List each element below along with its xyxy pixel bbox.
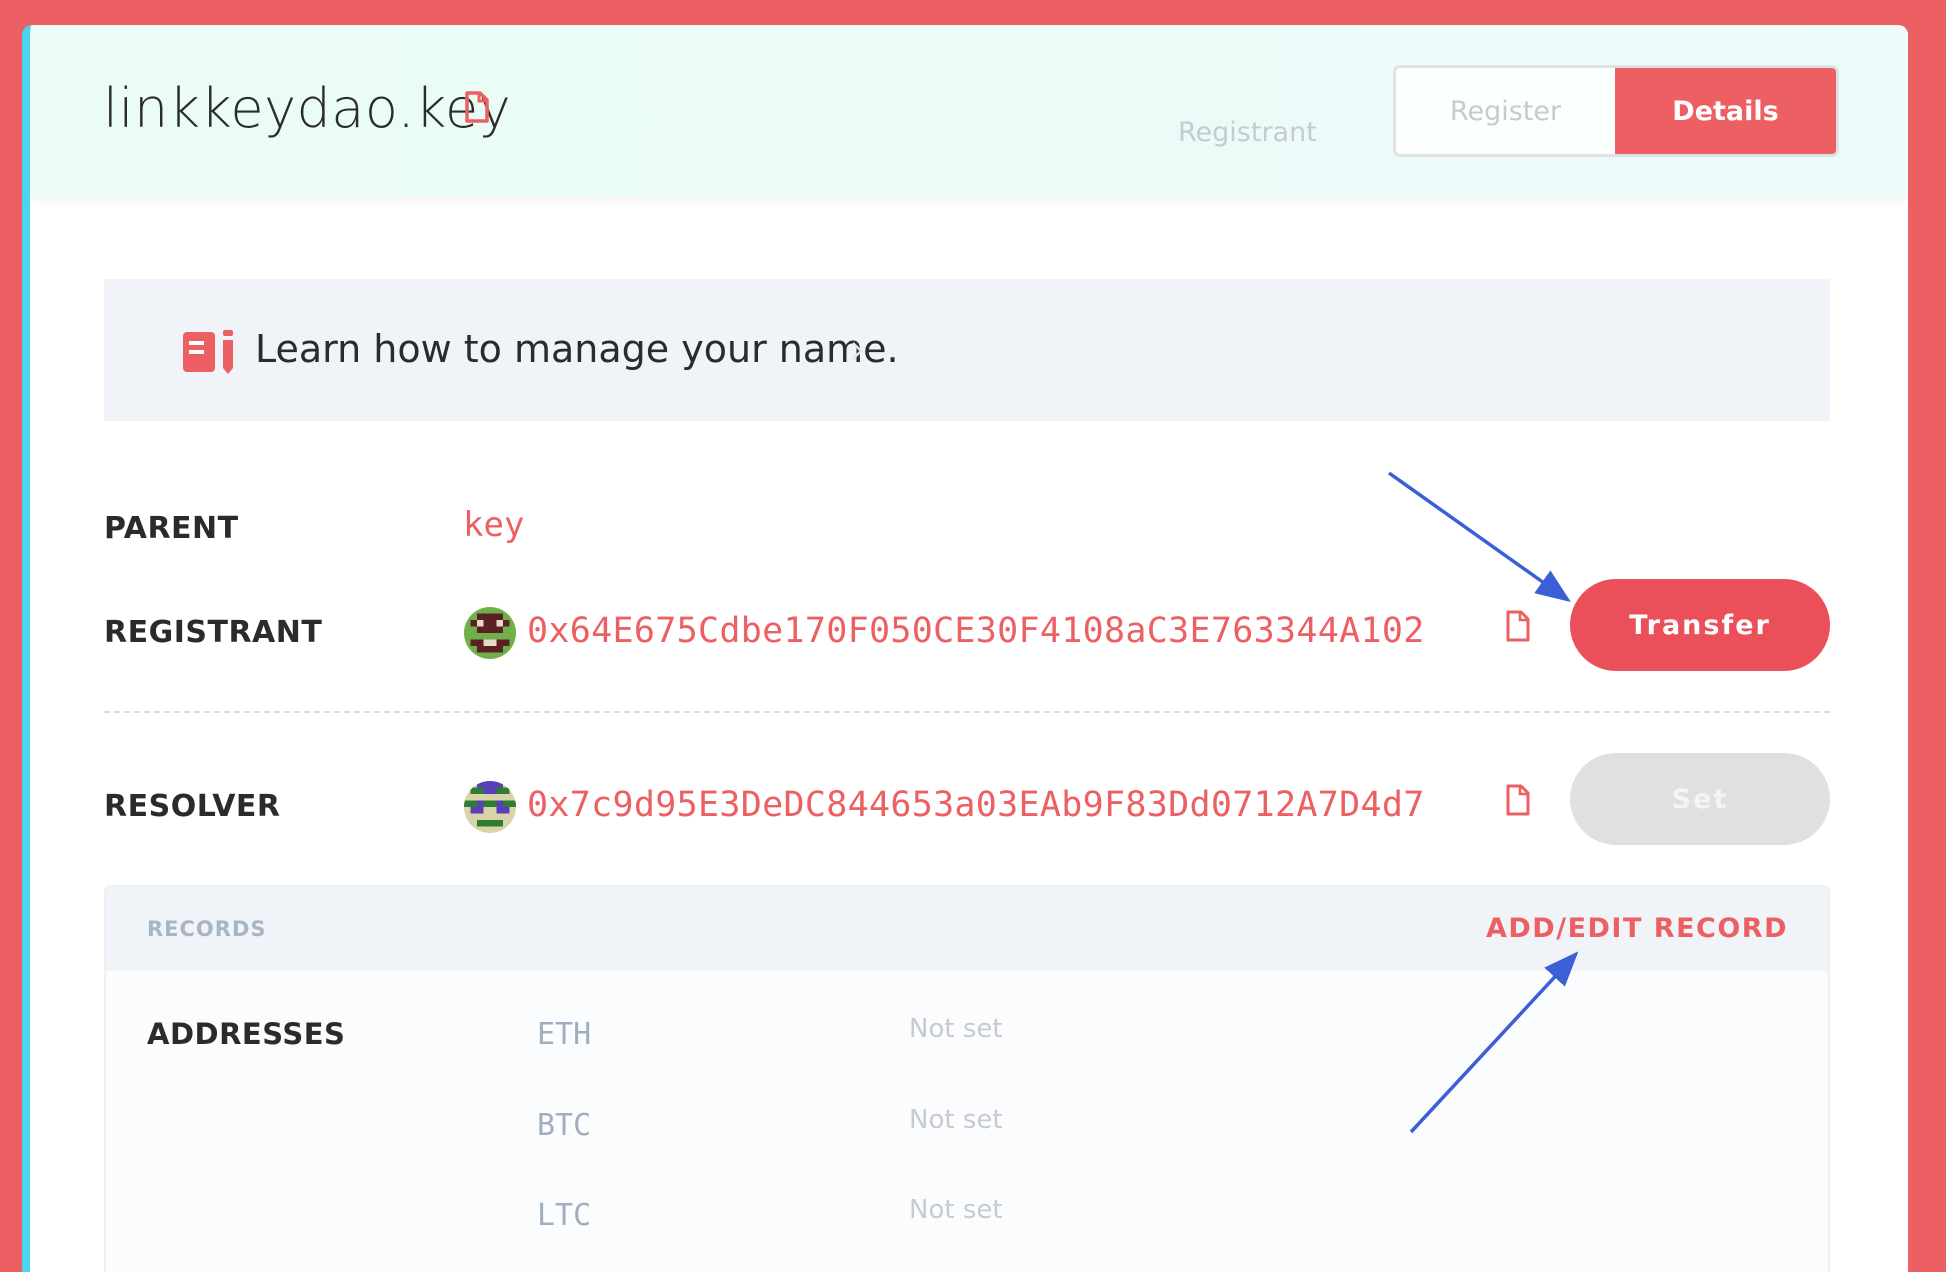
book-icon xyxy=(183,330,237,378)
domain-title: linkkeydao.key xyxy=(103,77,512,140)
coin-symbol-btc: BTC xyxy=(537,1108,592,1143)
set-resolver-button[interactable]: Set xyxy=(1570,753,1830,845)
transfer-button[interactable]: Transfer xyxy=(1570,579,1830,671)
coin-value-eth: Not set xyxy=(909,1014,1003,1044)
registrant-avatar xyxy=(464,607,516,659)
chevron-right-icon xyxy=(851,341,863,365)
coin-symbol-eth: ETH xyxy=(537,1017,592,1052)
add-edit-record-button[interactable]: ADD/EDIT RECORD xyxy=(1486,913,1788,944)
copy-icon[interactable] xyxy=(464,91,490,127)
coin-value-ltc: Not set xyxy=(909,1195,1003,1225)
registrant-address[interactable]: 0x64E675Cdbe170F050CE30F4108aC3E763344A1… xyxy=(527,611,1425,651)
learn-banner[interactable]: Learn how to manage your name. xyxy=(104,279,1830,421)
resolver-avatar xyxy=(464,781,516,833)
tab-group: Register Details xyxy=(1393,65,1839,157)
records-header: RECORDS ADD/EDIT RECORD xyxy=(106,887,1828,971)
learn-banner-text: Learn how to manage your name. xyxy=(255,327,899,371)
records-panel: RECORDS ADD/EDIT RECORD ADDRESSES ETH No… xyxy=(104,885,1830,1272)
registrant-label: REGISTRANT xyxy=(104,615,323,650)
copy-icon[interactable] xyxy=(1505,784,1531,820)
page-header: linkkeydao.key Registrant Register Detai… xyxy=(30,25,1908,197)
nav-registrant-link[interactable]: Registrant xyxy=(1178,117,1317,148)
coin-value-btc: Not set xyxy=(909,1105,1003,1135)
name-details-card: linkkeydao.key Registrant Register Detai… xyxy=(22,25,1908,1272)
parent-label: PARENT xyxy=(104,511,239,546)
tab-details[interactable]: Details xyxy=(1615,68,1836,154)
divider xyxy=(104,711,1830,713)
resolver-address[interactable]: 0x7c9d95E3DeDC844653a03EAb9F83Dd0712A7D4… xyxy=(527,785,1425,825)
tab-register[interactable]: Register xyxy=(1396,68,1615,154)
coin-symbol-ltc: LTC xyxy=(537,1198,592,1233)
parent-link[interactable]: key xyxy=(463,505,524,545)
records-title: RECORDS xyxy=(147,917,267,941)
resolver-label: RESOLVER xyxy=(104,789,281,824)
copy-icon[interactable] xyxy=(1505,610,1531,646)
addresses-label: ADDRESSES xyxy=(147,1017,346,1051)
